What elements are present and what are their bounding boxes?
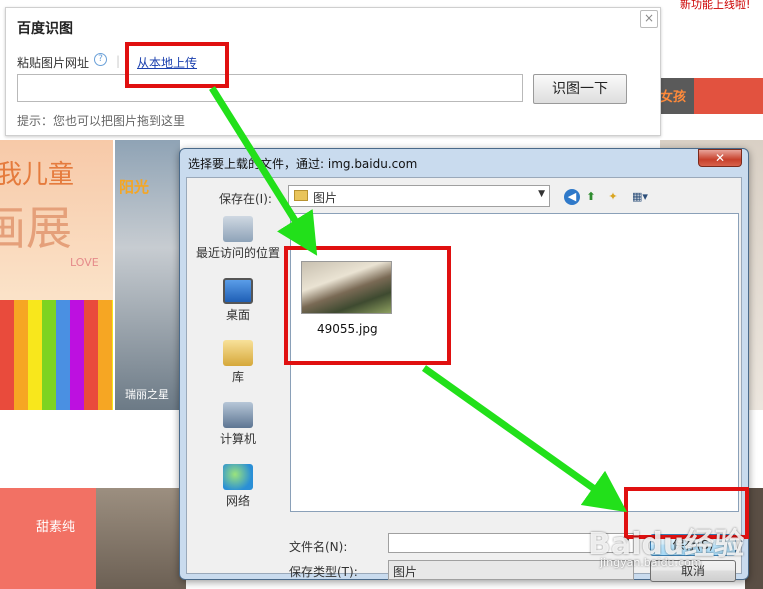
watermark-url: jingyan.baidu.com	[600, 556, 702, 569]
arrow-to-file	[209, 86, 318, 256]
arrow-to-save	[421, 365, 628, 513]
annotation-arrows	[209, 86, 628, 513]
